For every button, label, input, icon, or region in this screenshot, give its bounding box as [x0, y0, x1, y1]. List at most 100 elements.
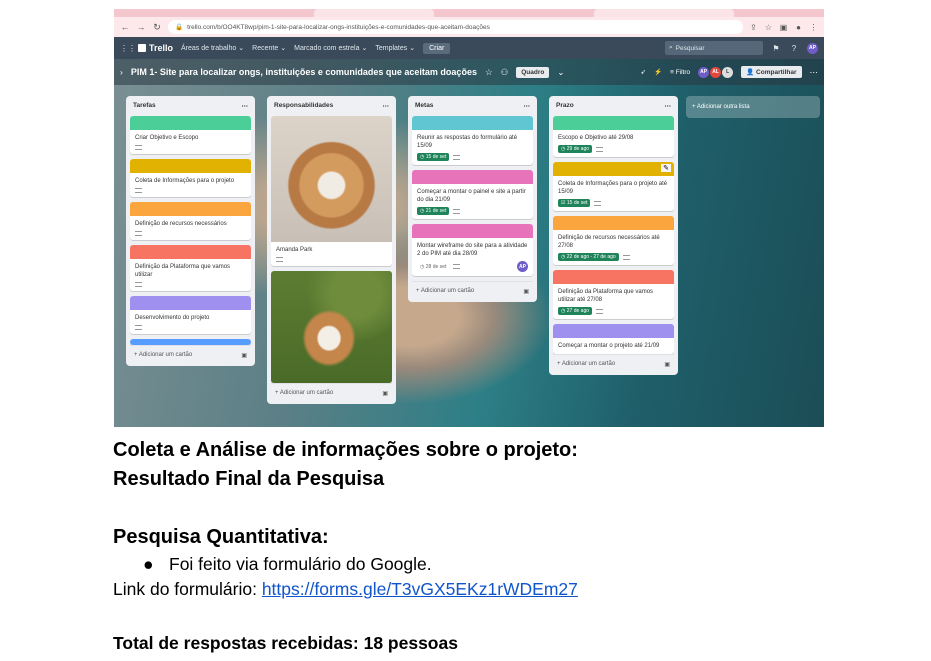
description-icon — [453, 208, 461, 214]
share-icon[interactable]: ⇪ — [749, 23, 758, 32]
more-icon[interactable]: ⋯ — [524, 102, 531, 110]
search-icon: ⌕ — [669, 44, 673, 51]
star-icon[interactable]: ☆ — [485, 67, 493, 78]
list-title[interactable]: Prazo — [556, 102, 574, 110]
power-ups-icon[interactable]: ➶ — [641, 68, 646, 76]
automation-icon[interactable]: ⚡ — [654, 68, 662, 76]
card[interactable]: Definição da Plataforma que vamos utiliz… — [130, 245, 251, 291]
description-icon — [135, 145, 142, 150]
avatar[interactable]: AP — [517, 261, 528, 272]
card[interactable]: Começar a montar o painel e site a parti… — [412, 170, 533, 219]
card[interactable]: Reunir as respostas do formulário até 15… — [412, 116, 533, 165]
list-title[interactable]: Responsabilidades — [274, 102, 333, 110]
kebab-icon[interactable]: ⋮ — [809, 23, 818, 32]
add-card-button[interactable]: + Adicionar um cartão ▣ — [130, 345, 251, 366]
back-icon[interactable]: ← — [120, 22, 130, 32]
visibility-icon[interactable]: ⚇ — [501, 67, 509, 78]
card-cover — [130, 202, 251, 216]
card-title: Definição da Plataforma que vamos utiliz… — [558, 289, 654, 303]
filter-button[interactable]: ≡ Filtro — [670, 69, 690, 76]
list-title[interactable]: Metas — [415, 102, 433, 110]
card[interactable]: Coleta de Informações para o projeto — [130, 159, 251, 197]
card[interactable]: Definição de recursos necessários — [130, 202, 251, 240]
card[interactable]: Definição da Plataforma que vamos utiliz… — [553, 270, 674, 319]
star-icon[interactable]: ☆ — [764, 23, 773, 32]
board-members[interactable]: AP AL L — [698, 66, 734, 78]
total-responses: Total de respostas recebidas: 18 pessoas — [113, 633, 458, 653]
forward-icon[interactable]: → — [136, 22, 146, 32]
board: › PIM 1- Site para localizar ongs, insti… — [114, 59, 824, 427]
more-icon[interactable]: ⋯ — [810, 67, 819, 78]
chevron-down-icon[interactable]: ⌄ — [557, 67, 564, 78]
card[interactable]: Montar wireframe do site para a atividad… — [412, 224, 533, 276]
template-icon: ▣ — [664, 362, 670, 368]
reload-icon[interactable]: ↻ — [152, 22, 162, 33]
more-icon[interactable]: ⋯ — [242, 102, 249, 110]
due-date-badge[interactable]: ◷ 15 de set — [417, 153, 450, 161]
card[interactable]: Começar a montar o projeto até 21/09 — [553, 324, 674, 354]
add-card-button[interactable]: + Adicionar um cartão ▣ — [412, 281, 533, 302]
url-text: trello.com/b/OO4KT8wp/pim-1-site-para-lo… — [187, 23, 490, 31]
add-card-button[interactable]: + Adicionar um cartão ▣ — [553, 354, 674, 375]
description-icon — [276, 257, 283, 262]
menu-recent[interactable]: Recente ⌄ — [252, 44, 287, 53]
card[interactable] — [271, 271, 392, 383]
document-body: Coleta e Análise de informações sobre o … — [113, 436, 913, 655]
card-cover — [553, 270, 674, 284]
card[interactable]: Criar Objetivo e Escopo — [130, 116, 251, 154]
list-prazo: Prazo ⋯ Escopo e Objetivo até 29/08 ◷ 29 d… — [549, 96, 678, 375]
add-card-button[interactable]: + Adicionar um cartão ▣ — [271, 383, 392, 404]
board-title[interactable]: PIM 1- Site para localizar ongs, institu… — [131, 67, 477, 77]
trello-logo[interactable]: Trello — [138, 43, 173, 53]
description-icon — [596, 308, 604, 314]
browser-tab-strip — [114, 9, 824, 17]
card-title: Desenvolvimento do projeto — [135, 315, 210, 321]
due-date-badge[interactable]: ◷ 28 de set — [417, 263, 449, 271]
description-icon — [622, 254, 630, 260]
menu-starred[interactable]: Marcado com estrela ⌄ — [294, 44, 367, 53]
more-icon[interactable]: ⋯ — [383, 102, 390, 110]
card[interactable]: ✎ Coleta de Informações para o projeto at… — [553, 162, 674, 211]
search-input[interactable]: ⌕ Pesquisar — [665, 41, 763, 55]
form-link-line: Link do formulário: https://forms.gle/T3… — [113, 577, 913, 601]
due-date-badge[interactable]: ☑ 15 de set — [558, 199, 591, 207]
card[interactable]: Amanda Park — [271, 116, 392, 266]
add-list-button[interactable]: + Adicionar outra lista — [686, 96, 820, 118]
due-date-badge[interactable]: ◷ 21 de set — [417, 207, 450, 215]
list-metas: Metas ⋯ Reunir as respostas do formulário… — [408, 96, 537, 302]
card[interactable]: Desenvolvimento do projeto — [130, 296, 251, 334]
create-button[interactable]: Criar — [423, 42, 451, 54]
description-icon — [453, 154, 461, 160]
menu-templates[interactable]: Templates ⌄ — [375, 44, 415, 53]
card-title: Definição de recursos necessários até 27… — [558, 235, 660, 249]
list-title[interactable]: Tarefas — [133, 102, 156, 110]
megaphone-icon[interactable]: ⚑ — [771, 44, 781, 53]
card-cover — [130, 159, 251, 173]
board-header: › PIM 1- Site para localizar ongs, insti… — [114, 59, 824, 85]
lock-icon: 🔒 — [175, 24, 184, 31]
menu-workspaces[interactable]: Áreas de trabalho ⌄ — [181, 44, 245, 53]
card-cover — [553, 324, 674, 338]
chevron-down-icon: ⌄ — [238, 45, 245, 52]
card[interactable]: Definição de recursos necessários até 27… — [553, 216, 674, 265]
card[interactable]: Escopo e Objetivo até 29/08 ◷ 29 de ago — [553, 116, 674, 157]
more-icon[interactable]: ⋯ — [665, 102, 672, 110]
extension-icon[interactable]: ▣ — [779, 23, 788, 32]
profile-icon[interactable]: ● — [794, 23, 803, 32]
description-icon — [135, 325, 142, 330]
page-subtitle: Resultado Final da Pesquisa — [113, 468, 385, 490]
form-link[interactable]: https://forms.gle/T3vGX5EKz1rWDEm27 — [262, 579, 578, 599]
avatar[interactable]: AP — [807, 42, 818, 54]
help-icon[interactable]: ? — [789, 44, 799, 53]
due-date-badge[interactable]: ◷ 29 de ago — [558, 145, 593, 153]
due-date-badge[interactable]: ◷ 27 de ago — [558, 307, 593, 315]
url-field[interactable]: 🔒 trello.com/b/OO4KT8wp/pim-1-site-para-… — [168, 20, 743, 34]
sidebar-toggle-icon[interactable]: › — [120, 67, 123, 77]
share-button[interactable]: 👤 Compartilhar — [741, 66, 802, 78]
chevron-down-icon: ⌄ — [280, 45, 287, 52]
apps-grid-icon[interactable]: ⋮⋮ — [120, 44, 136, 53]
due-date-badge[interactable]: ◷ 22 de ago - 27 de ago — [558, 253, 619, 261]
board-view-button[interactable]: Quadro — [516, 66, 550, 78]
edit-icon[interactable]: ✎ — [661, 164, 671, 172]
card-title: Montar wireframe do site para a atividad… — [417, 243, 528, 257]
